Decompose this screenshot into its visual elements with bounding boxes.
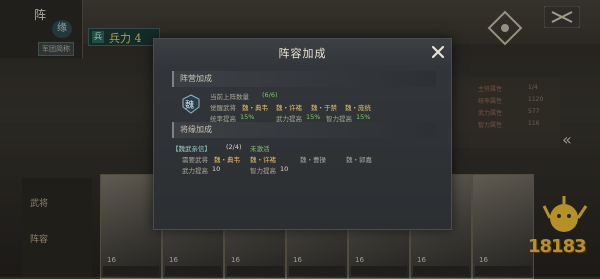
- camp-section-title: 阵营加成: [180, 74, 212, 83]
- camp-count-value: (6/6): [262, 91, 278, 99]
- camp-general: 魏・庞统: [345, 104, 371, 112]
- fate-section-title: 将缘加成: [180, 125, 212, 134]
- fate-bond-name: 【魏武亲信】: [172, 145, 211, 153]
- fate-bond-progress: (2/4): [226, 143, 242, 151]
- fate-general: 魏・郭嘉: [346, 156, 372, 164]
- modal-title: 阵容加成: [278, 47, 327, 60]
- camp-stat-value: 15%: [240, 113, 255, 121]
- fate-stat-label: 武力提高: [182, 167, 208, 175]
- fate-stat-label: 智力提高: [250, 167, 276, 175]
- modal-header: 阵容加成: [154, 39, 451, 65]
- fate-general: 魏・典韦: [214, 156, 240, 164]
- camp-stat-value: 15%: [306, 113, 321, 121]
- camp-general: 魏・于禁: [311, 104, 337, 112]
- fate-general: 魏・许褚: [250, 156, 276, 164]
- fate-generals-label: 需要武将: [182, 156, 208, 164]
- camp-general: 魏・许褚: [276, 104, 302, 112]
- fate-stat-value: 10: [212, 165, 221, 173]
- wei-emblem-char: 魏: [185, 101, 195, 111]
- camp-stat-value: 15%: [356, 113, 371, 121]
- fate-stat-value: 10: [280, 165, 289, 173]
- close-button[interactable]: [429, 43, 447, 61]
- fate-general: 魏・曹操: [300, 156, 326, 164]
- camp-general: 魏・典韦: [242, 104, 268, 112]
- camp-count-label: 当前上阵数量: [210, 93, 249, 101]
- close-x-icon[interactable]: [429, 43, 447, 61]
- lineup-bonus-modal: 阵容加成 阵营加成 魏 当前上阵数量 (6/6) 觉醒武将 魏・典韦 魏・许褚 …: [153, 38, 452, 230]
- camp-generals-label: 觉醒武将: [210, 104, 236, 112]
- camp-section-header: 阵营加成: [172, 71, 436, 87]
- fate-bond-status: 未激活: [250, 145, 270, 153]
- fate-section-header: 将缘加成: [172, 122, 436, 138]
